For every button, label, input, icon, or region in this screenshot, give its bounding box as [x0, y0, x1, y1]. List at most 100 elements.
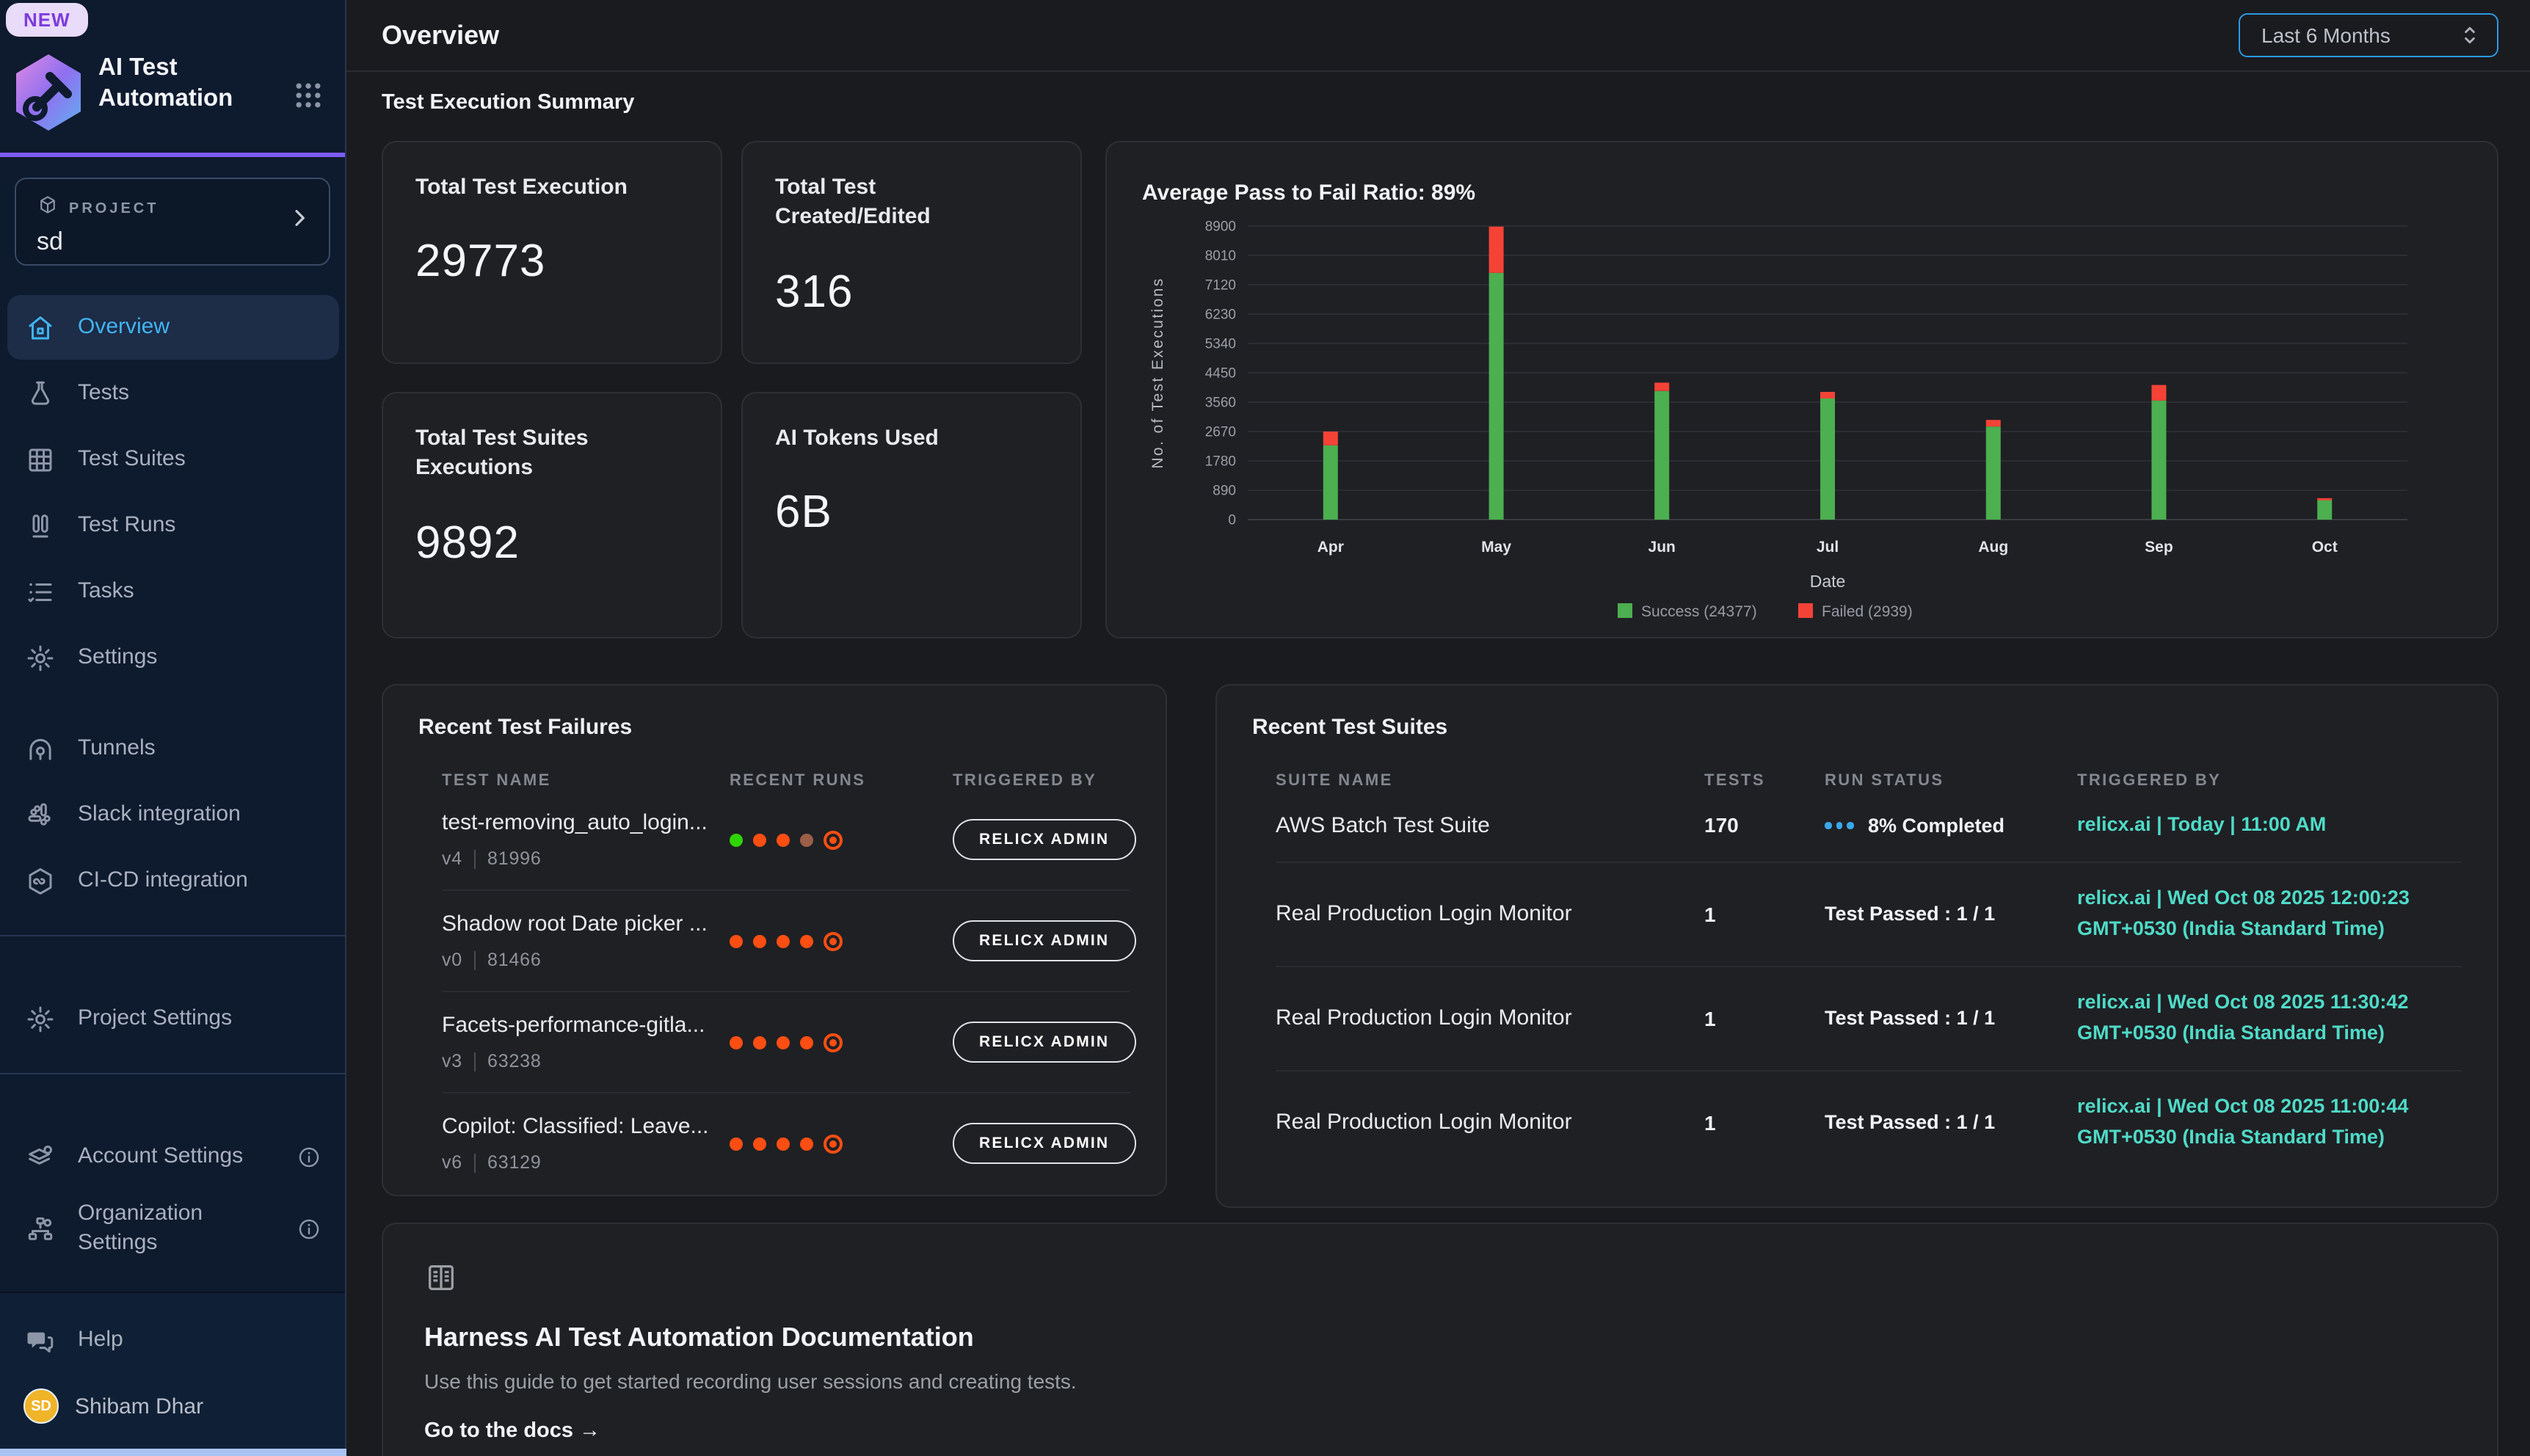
triggered-by-button[interactable]: RELICX ADMIN: [953, 1022, 1135, 1063]
sidebar-bottom: ? Help SD Shibam Dhar: [0, 1292, 345, 1456]
test-name[interactable]: Facets-performance-gitla...: [442, 1013, 713, 1038]
run-status-dot-icon[interactable]: [800, 833, 813, 846]
table-row[interactable]: Copilot: Classified: Leave...v663129RELI…: [442, 1093, 1130, 1193]
run-status-ring-icon[interactable]: [824, 1134, 843, 1153]
sidebar-item-label: Tunnels: [78, 734, 156, 764]
sidebar-item-tests[interactable]: Tests: [7, 361, 339, 426]
docs-title: Harness AI Test Automation Documentation: [424, 1322, 2455, 1353]
chart-title: Average Pass to Fail Ratio: 89%: [1142, 181, 2467, 205]
sidebar-item-slack-integration[interactable]: Slack integration: [7, 782, 339, 847]
main-area: Overview Last 6 Months Test Execution Su…: [346, 0, 2530, 1456]
suite-name[interactable]: Real Production Login Monitor: [1276, 1110, 1704, 1135]
user-menu[interactable]: SD Shibam Dhar: [0, 1374, 345, 1444]
sidebar-item-organization-settings[interactable]: Organization Settings: [7, 1190, 339, 1267]
page-title: Overview: [382, 20, 499, 51]
table-row[interactable]: Real Production Login Monitor1Test Passe…: [1276, 1071, 2461, 1173]
table-title: Recent Test Failures: [418, 715, 1130, 740]
sidebar-item-label: Tests: [78, 379, 129, 409]
table-row[interactable]: Shadow root Date picker ...v081466RELICX…: [442, 891, 1130, 992]
run-status-ring-icon[interactable]: [824, 1033, 843, 1052]
run-status-dot-icon[interactable]: [800, 934, 813, 947]
stat-value: 29773: [415, 236, 688, 288]
run-status-dot-icon[interactable]: [777, 833, 790, 846]
svg-text:890: 890: [1213, 483, 1236, 498]
info-icon[interactable]: [297, 1144, 321, 1169]
sidebar-item-label: Account Settings: [78, 1142, 243, 1172]
run-status-dot-icon[interactable]: [800, 1137, 813, 1150]
sidebar-item-ci-cd-integration[interactable]: CI-CD integration: [7, 848, 339, 913]
sidebar-item-tasks[interactable]: Tasks: [7, 559, 339, 624]
column-header: TRIGGERED BY: [953, 772, 1130, 790]
svg-text:4450: 4450: [1205, 365, 1236, 381]
suite-name[interactable]: AWS Batch Test Suite: [1276, 813, 1704, 838]
run-status-dot-icon[interactable]: [753, 934, 766, 947]
test-name[interactable]: Shadow root Date picker ...: [442, 911, 713, 936]
recent-test-failures-card: Recent Test Failures TEST NAME RECENT RU…: [382, 684, 1167, 1196]
table-body: test-removing_auto_login...v481996RELICX…: [442, 790, 1130, 1193]
table-row[interactable]: Real Production Login Monitor1Test Passe…: [1276, 863, 2461, 967]
triggered-by-button[interactable]: RELICX ADMIN: [953, 1123, 1135, 1164]
test-meta: v663129: [442, 1152, 730, 1173]
run-status-dot-icon[interactable]: [753, 1035, 766, 1049]
sidebar-item-help[interactable]: ? Help: [7, 1308, 339, 1372]
run-status-dot-icon[interactable]: [800, 1035, 813, 1049]
run-status-dot-icon[interactable]: [777, 934, 790, 947]
run-status-dot-icon[interactable]: [753, 1137, 766, 1150]
run-status-dot-icon[interactable]: [730, 1035, 743, 1049]
go-to-docs-link[interactable]: Go to the docs →: [424, 1419, 600, 1443]
date-range-select[interactable]: Last 6 Months: [2238, 13, 2498, 57]
info-icon[interactable]: [297, 1217, 321, 1242]
project-label: PROJECT: [69, 200, 159, 216]
stat-label: Total Test Execution: [415, 173, 668, 203]
test-name[interactable]: test-removing_auto_login...: [442, 810, 713, 835]
svg-text:0: 0: [1228, 512, 1236, 528]
chevron-right-icon: [288, 206, 311, 237]
suite-name[interactable]: Real Production Login Monitor: [1276, 902, 1704, 927]
run-status-dot-icon[interactable]: [730, 1137, 743, 1150]
sidebar-item-settings[interactable]: Settings: [7, 625, 339, 690]
triggered-by-button[interactable]: RELICX ADMIN: [953, 920, 1135, 961]
layers-icon: [25, 1141, 56, 1172]
run-status-dot-icon[interactable]: [730, 833, 743, 846]
sidebar-item-project-settings[interactable]: Project Settings: [7, 986, 339, 1051]
test-name[interactable]: Copilot: Classified: Leave...: [442, 1114, 713, 1139]
suite-tests-count: 1: [1704, 1006, 1825, 1030]
run-status-dot-icon[interactable]: [777, 1035, 790, 1049]
run-status: 8% Completed: [1825, 815, 2077, 837]
svg-text:Failed (2939): Failed (2939): [1822, 603, 1913, 620]
triggered-by-text: relicx.ai | Wed Oct 08 2025 12:00:23 GMT…: [2077, 884, 2461, 945]
run-status-dot-icon[interactable]: [730, 934, 743, 947]
suite-name[interactable]: Real Production Login Monitor: [1276, 1005, 1704, 1030]
cube-icon: [37, 194, 59, 223]
svg-text:8010: 8010: [1205, 248, 1236, 263]
svg-text:Oct: Oct: [2312, 539, 2338, 556]
svg-text:Jun: Jun: [1649, 539, 1676, 556]
column-header: RUN STATUS: [1825, 772, 2077, 790]
sidebar-item-test-runs[interactable]: Test Runs: [7, 493, 339, 558]
triggered-by-button[interactable]: RELICX ADMIN: [953, 819, 1135, 860]
run-status-text: Test Passed : 1 / 1: [1825, 903, 1995, 925]
svg-text:Jul: Jul: [1817, 539, 1839, 556]
stat-label: Total Test Suites Executions: [415, 424, 668, 484]
table-header: TEST NAME RECENT RUNS TRIGGERED BY: [442, 772, 1130, 790]
sidebar-item-overview[interactable]: Overview: [7, 295, 339, 360]
table-row[interactable]: Facets-performance-gitla...v363238RELICX…: [442, 992, 1130, 1093]
apps-grid-icon[interactable]: [292, 79, 324, 118]
sidebar-nav-project: Project Settings: [0, 986, 345, 1052]
run-status-ring-icon[interactable]: [824, 830, 843, 849]
recent-runs-dots: [730, 931, 953, 950]
run-status-dot-icon[interactable]: [777, 1137, 790, 1150]
svg-text:1780: 1780: [1205, 454, 1236, 469]
table-row[interactable]: Real Production Login Monitor1Test Passe…: [1276, 967, 2461, 1071]
sidebar-item-tunnels[interactable]: Tunnels: [7, 716, 339, 781]
run-status-dot-icon[interactable]: [753, 833, 766, 846]
run-status-ring-icon[interactable]: [824, 931, 843, 950]
help-icon: ?: [25, 1325, 56, 1355]
table-row[interactable]: AWS Batch Test Suite1708% Completedrelic…: [1276, 790, 2461, 863]
sidebar-item-label: Project Settings: [78, 1004, 232, 1034]
docs-book-icon: [424, 1275, 458, 1300]
sidebar-item-account-settings[interactable]: Account Settings: [7, 1124, 339, 1189]
table-row[interactable]: test-removing_auto_login...v481996RELICX…: [442, 790, 1130, 891]
project-selector[interactable]: PROJECT sd: [15, 178, 330, 266]
sidebar-item-test-suites[interactable]: Test Suites: [7, 427, 339, 492]
